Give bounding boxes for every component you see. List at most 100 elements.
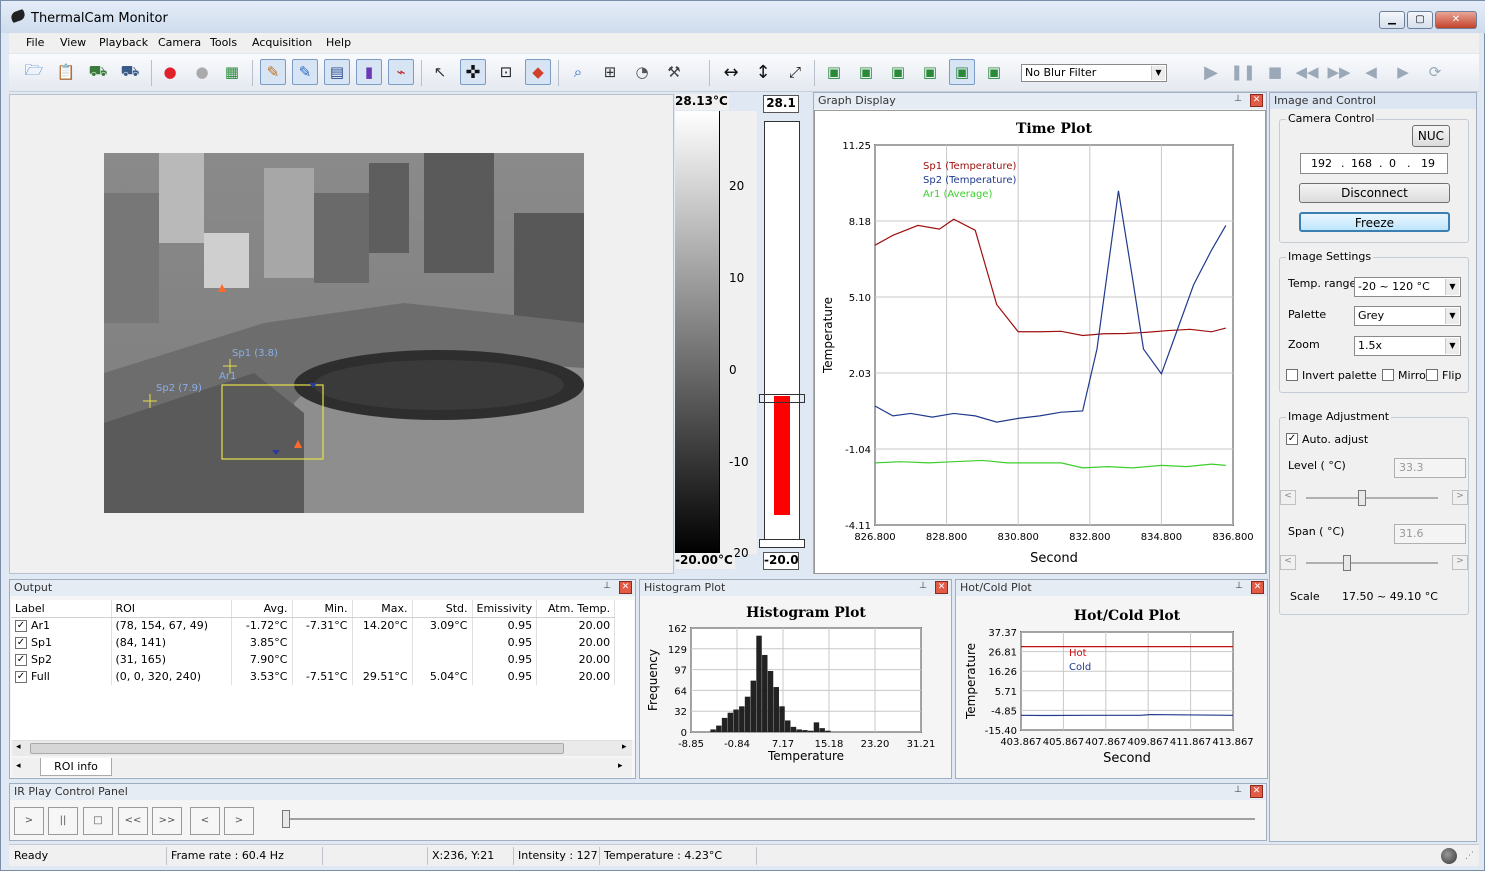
menu-file[interactable]: File xyxy=(26,36,44,49)
record-icon[interactable]: ● xyxy=(157,59,183,85)
maximize-button[interactable]: ▢ xyxy=(1407,11,1433,29)
fast-forward-button[interactable]: >> xyxy=(152,807,182,835)
camera-disconnect-icon[interactable]: ⛟ xyxy=(117,59,143,85)
play-button[interactable]: > xyxy=(14,807,44,835)
playback-track[interactable] xyxy=(283,818,1255,820)
close-icon[interactable]: ✕ xyxy=(619,581,632,594)
column-header[interactable]: Emissivity xyxy=(472,600,538,618)
freeze-button[interactable]: Freeze xyxy=(1299,212,1450,232)
temp-range-select[interactable]: -20 ~ 120 °C ▼ xyxy=(1354,277,1461,297)
time-plot-icon[interactable]: ✎ xyxy=(260,59,286,85)
row-checkbox[interactable]: ✓ xyxy=(15,671,27,683)
invert-palette-checkbox[interactable] xyxy=(1286,369,1298,381)
flip-checkbox[interactable] xyxy=(1426,369,1438,381)
excel-export-icon[interactable]: ▦ xyxy=(219,59,245,85)
table-row[interactable]: ✓ Sp2 (31, 165) 7.90°C 0.95 20.00 xyxy=(11,651,616,668)
scrollbar-thumb[interactable] xyxy=(30,743,564,754)
zoom-icon[interactable]: ⌕ xyxy=(565,59,591,85)
stretch-horizontal-icon[interactable]: ↔ xyxy=(718,59,744,85)
tab-scroll-left-icon[interactable]: ◂ xyxy=(16,761,21,771)
clipboard-icon[interactable]: 📋 xyxy=(53,59,79,85)
column-header[interactable]: Max. xyxy=(352,600,413,618)
pin-icon[interactable]: ⊥ xyxy=(601,581,613,593)
tools-icon[interactable]: ⚒ xyxy=(661,59,687,85)
pin-icon[interactable]: ⊥ xyxy=(1233,581,1245,593)
pause-button[interactable]: || xyxy=(48,807,78,835)
thermometer-lower-handle[interactable] xyxy=(759,539,805,548)
image-filter-3-icon[interactable]: ▣ xyxy=(885,59,911,85)
level-left-arrow-icon[interactable]: < xyxy=(1280,490,1296,505)
menu-playback[interactable]: Playback xyxy=(99,36,148,49)
span-field[interactable]: 31.6 xyxy=(1394,524,1466,544)
span-slider-track[interactable] xyxy=(1306,562,1438,564)
menu-acquisition[interactable]: Acquisition xyxy=(252,36,312,49)
image-filter-1-icon[interactable]: ▣ xyxy=(821,59,847,85)
ip-address-field[interactable]: 192 . 168 . 0 . 19 xyxy=(1300,153,1448,174)
column-header[interactable]: Atm. Temp. xyxy=(536,600,616,618)
menu-help[interactable]: Help xyxy=(326,36,351,49)
colorbar-bottom-value[interactable]: -20.0 xyxy=(763,552,799,570)
rewind-icon[interactable]: ◀◀ xyxy=(1294,59,1320,85)
table-row[interactable]: ✓ Full (0, 0, 320, 240) 3.53°C -7.51°C 29… xyxy=(11,668,616,685)
column-header[interactable]: Avg. xyxy=(231,600,293,618)
histogram-icon[interactable]: ▮ xyxy=(356,59,382,85)
tab-scroll-right-icon[interactable]: ▸ xyxy=(618,761,623,771)
step-forward-icon[interactable]: ▶ xyxy=(1390,59,1416,85)
span-slider-thumb[interactable] xyxy=(1343,555,1352,571)
blur-filter-select[interactable]: No Blur Filter ▼ xyxy=(1021,64,1167,82)
open-folder-icon[interactable]: 🗁 xyxy=(21,59,47,85)
tab-roi-info[interactable]: ROI info xyxy=(40,758,112,776)
spot-tool-icon[interactable]: ✜ xyxy=(460,59,486,85)
stop-button[interactable]: □ xyxy=(83,807,113,835)
scroll-left-icon[interactable]: ◂ xyxy=(16,742,21,752)
image-filter-5-icon[interactable]: ▣ xyxy=(949,59,975,85)
menu-camera[interactable]: Camera xyxy=(158,36,201,49)
step-forward-button[interactable]: > xyxy=(224,807,254,835)
level-right-arrow-icon[interactable]: > xyxy=(1452,490,1468,505)
row-checkbox[interactable]: ✓ xyxy=(15,620,27,633)
step-back-button[interactable]: < xyxy=(190,807,220,835)
scroll-right-icon[interactable]: ▸ xyxy=(622,742,627,752)
column-header[interactable]: Label xyxy=(11,600,112,618)
image-filter-6-icon[interactable]: ▣ xyxy=(981,59,1007,85)
close-icon[interactable]: ✕ xyxy=(935,581,948,594)
camera-connect-icon[interactable]: ⛟ xyxy=(85,59,111,85)
rewind-button[interactable]: << xyxy=(118,807,148,835)
hotcold-plot-icon[interactable]: ⌁ xyxy=(388,59,414,85)
thermometer-upper-handle[interactable] xyxy=(759,394,805,403)
nuc-button[interactable]: NUC xyxy=(1412,125,1450,147)
disconnect-button[interactable]: Disconnect xyxy=(1299,183,1450,203)
pause-icon[interactable]: ❚❚ xyxy=(1230,59,1256,85)
playback-thumb[interactable] xyxy=(282,810,290,828)
menu-view[interactable]: View xyxy=(60,36,86,49)
image-control-icon[interactable]: ▤ xyxy=(324,59,350,85)
measure-icon[interactable]: ⊞ xyxy=(597,59,623,85)
pin-icon[interactable]: ⊥ xyxy=(1232,785,1244,797)
emissivity-icon[interactable]: ◔ xyxy=(629,59,655,85)
minimize-button[interactable]: ▁ xyxy=(1379,11,1405,29)
menu-tools[interactable]: Tools xyxy=(210,36,237,49)
mirror-checkbox[interactable] xyxy=(1382,369,1394,381)
table-row[interactable]: ✓ Ar1 (78, 154, 67, 49) -1.72°C -7.31°C 1… xyxy=(11,617,616,634)
stop-icon[interactable]: ■ xyxy=(1262,59,1288,85)
fast-forward-icon[interactable]: ▶▶ xyxy=(1326,59,1352,85)
row-checkbox[interactable]: ✓ xyxy=(15,654,27,666)
pin-icon[interactable]: ⊥ xyxy=(917,581,929,593)
image-filter-2-icon[interactable]: ▣ xyxy=(853,59,879,85)
horizontal-scrollbar[interactable]: ◂ ▸ xyxy=(12,740,632,756)
thermal-image[interactable]: Sp1 (3.8) Ar1 Sp2 (7.9) xyxy=(104,153,584,513)
play-icon[interactable]: ▶ xyxy=(1198,59,1224,85)
column-header[interactable]: ROI xyxy=(111,600,232,618)
close-icon[interactable]: ✕ xyxy=(1251,581,1264,594)
area-tool-icon[interactable]: ⊡ xyxy=(493,59,519,85)
fit-window-icon[interactable]: ⤢ xyxy=(782,59,808,85)
repeat-icon[interactable]: ⟳ xyxy=(1422,59,1448,85)
colorbar-top-value[interactable]: 28.1 xyxy=(763,95,799,113)
resize-grip-icon[interactable]: ⋰ xyxy=(1465,851,1474,867)
table-row[interactable]: ✓ Sp1 (84, 141) 3.85°C 0.95 20.00 xyxy=(11,634,616,651)
hotcold-marker-icon[interactable]: ◆ xyxy=(525,59,551,85)
close-icon[interactable]: ✕ xyxy=(1250,785,1263,798)
level-slider-thumb[interactable] xyxy=(1358,490,1367,506)
step-back-icon[interactable]: ◀ xyxy=(1358,59,1384,85)
zoom-select[interactable]: 1.5x ▼ xyxy=(1354,336,1461,356)
